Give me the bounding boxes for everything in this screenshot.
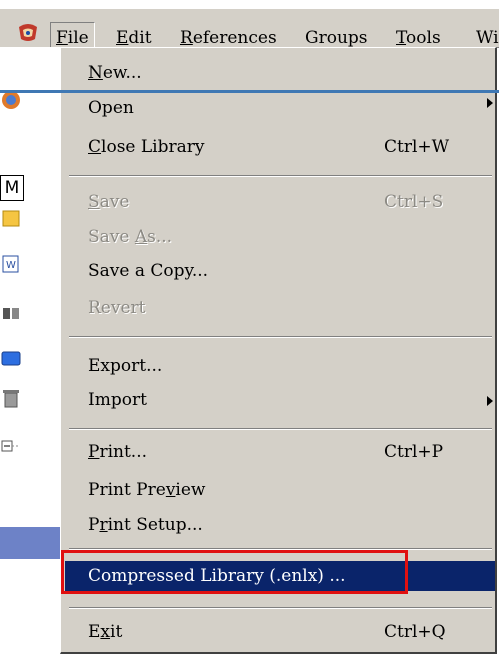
online-search-icon[interactable] [0, 89, 22, 111]
menu-item-new-label: New... [88, 63, 142, 83]
menu-references-mnemonic: R [180, 28, 193, 48]
submenu-arrow-icon [487, 98, 493, 108]
menu-references-label: eferences [192, 28, 277, 48]
menu-item-compressed-library[interactable]: Compressed Library (.enlx) ... [65, 561, 495, 591]
menu-item-import[interactable]: Import [73, 385, 493, 415]
menu-item-save[interactable]: Save Ctrl+S [73, 187, 493, 217]
menu-item-save-as-label: Save As... [88, 227, 173, 247]
print-shortcut: Ctrl+P [384, 442, 444, 462]
menu-item-print-setup-label: Print Setup... [88, 515, 203, 535]
menu-bar: File Edit References Groups Tools Wi [0, 8, 499, 54]
menu-item-open[interactable]: Open [73, 93, 493, 123]
svg-text:W: W [6, 260, 16, 271]
menu-item-close-library-label: Close Library [88, 137, 205, 157]
folder-icon[interactable] [0, 207, 22, 229]
selected-row-bar [0, 527, 62, 559]
menu-item-compressed-library-label: Compressed Library (.enlx) ... [88, 566, 346, 586]
menu-tools[interactable]: Tools [396, 28, 441, 48]
close-library-shortcut: Ctrl+W [384, 137, 450, 157]
menu-separator [69, 336, 492, 338]
menu-item-print-preview[interactable]: Print Preview [73, 475, 493, 505]
menu-item-print[interactable]: Print... Ctrl+P [73, 437, 493, 467]
menu-separator [69, 548, 492, 550]
menu-item-revert[interactable]: Revert [73, 293, 493, 323]
menu-item-exit[interactable]: Exit Ctrl+Q [73, 617, 493, 647]
menu-item-print-preview-label: Print Preview [88, 480, 206, 500]
window-icon[interactable] [0, 347, 22, 369]
exit-shortcut: Ctrl+Q [384, 622, 446, 642]
word-document-icon[interactable]: W [0, 253, 22, 275]
trash-icon[interactable] [0, 387, 22, 409]
menu-item-exit-label: Exit [88, 622, 123, 642]
menu-item-save-label: Save [88, 192, 130, 212]
menu-groups[interactable]: Groups [305, 28, 368, 48]
mode-tab[interactable]: M [0, 175, 24, 201]
submenu-arrow-icon [487, 396, 493, 406]
menu-edit-label: dit [128, 28, 152, 48]
menu-item-save-a-copy-label: Save a Copy... [88, 261, 209, 281]
menu-separator [69, 607, 492, 609]
collapse-tree-icon[interactable] [0, 435, 22, 457]
menu-item-new[interactable]: New... [73, 58, 493, 88]
menu-item-revert-label: Revert [88, 298, 146, 318]
menu-separator [69, 428, 492, 430]
menu-item-print-setup[interactable]: Print Setup... [73, 510, 493, 540]
menu-window[interactable]: Wi [476, 28, 499, 48]
file-menu-dropdown: New... Open Close Library Ctrl+W Save Ct… [60, 47, 497, 654]
menu-file-label: ile [67, 28, 89, 48]
menu-tools-label: ools [406, 28, 441, 48]
save-shortcut: Ctrl+S [384, 192, 444, 212]
menu-item-save-as[interactable]: Save As... [73, 222, 493, 252]
menu-item-export-label: Export... [88, 356, 163, 376]
menu-edit[interactable]: Edit [116, 28, 152, 48]
menu-item-save-a-copy[interactable]: Save a Copy... [73, 256, 493, 286]
library-window-edge: M W [0, 47, 63, 597]
menu-item-import-label: Import [88, 390, 147, 410]
menu-item-open-label: Open [88, 98, 134, 118]
menu-item-export[interactable]: Export... [73, 351, 493, 381]
menu-separator [69, 175, 492, 177]
menu-item-print-label: Print... [88, 442, 148, 462]
menu-item-close-library[interactable]: Close Library Ctrl+W [73, 132, 493, 162]
library-icon[interactable] [0, 302, 22, 324]
menu-file-mnemonic: F [56, 28, 68, 48]
endnote-app-icon[interactable] [17, 23, 39, 43]
menu-tools-mnemonic: T [396, 28, 407, 48]
menu-references[interactable]: References [180, 28, 277, 48]
menu-edit-mnemonic: E [116, 28, 129, 48]
